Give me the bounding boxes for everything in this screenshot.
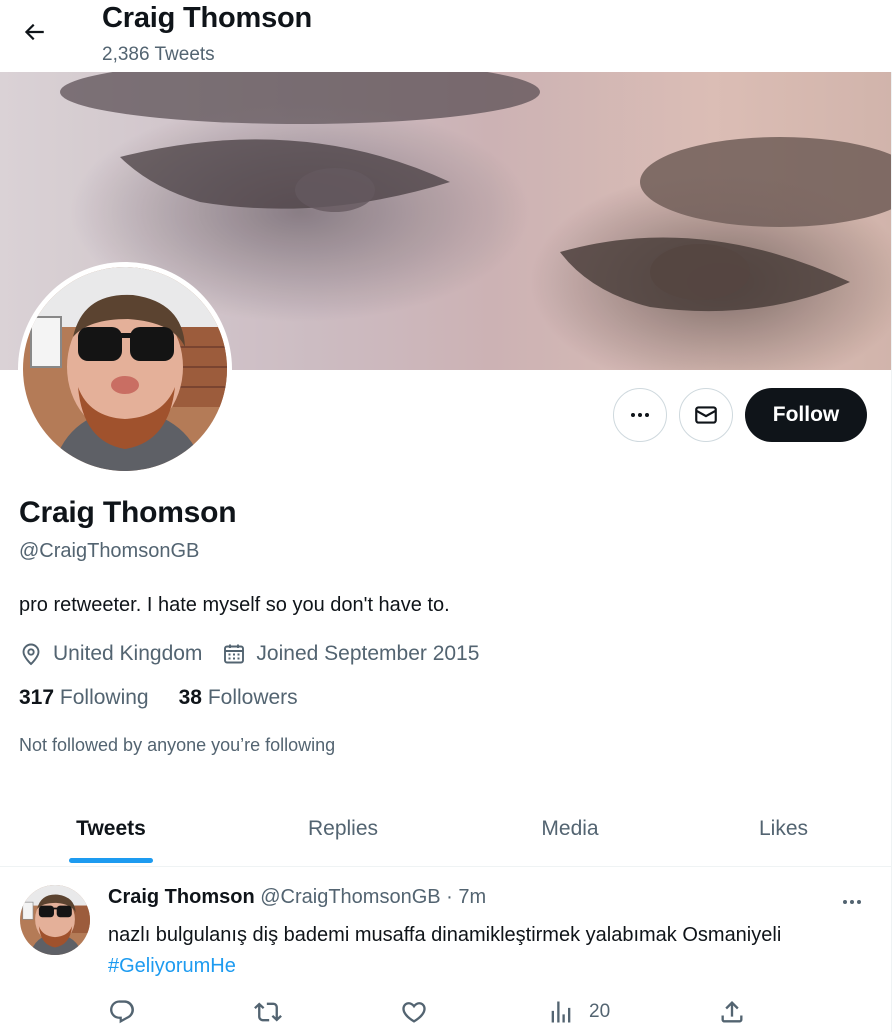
tweet-time[interactable]: 7m <box>458 886 486 908</box>
tab-likes[interactable]: Likes <box>676 790 891 867</box>
tweet-body: nazlı bulgulanış diş bademi musaffa dina… <box>108 924 782 946</box>
tweet-more-button[interactable] <box>835 888 869 916</box>
header-tweet-count: 2,386 Tweets <box>102 44 215 65</box>
joined-item: Joined September 2015 <box>222 642 479 666</box>
profile-bio: pro retweeter. I hate myself so you don'… <box>19 594 450 616</box>
analytics-icon <box>551 1001 571 1023</box>
tweet-text: nazlı bulgulanış diş bademi musaffa dina… <box>108 920 848 982</box>
following-label: Following <box>59 686 149 709</box>
followers-link[interactable]: 38 Followers <box>179 686 298 710</box>
back-button[interactable] <box>14 12 54 52</box>
tab-tweets[interactable]: Tweets <box>0 790 222 867</box>
tweet-hashtag[interactable]: #GeliyorumHe <box>108 955 236 977</box>
following-count: 317 <box>19 686 55 709</box>
joined-text: Joined September 2015 <box>256 642 480 665</box>
profile-tabs: Tweets Replies Media Likes <box>0 790 891 867</box>
following-link[interactable]: 317 Following <box>19 686 149 710</box>
followers-count: 38 <box>178 686 202 709</box>
active-tab-indicator <box>69 858 153 863</box>
profile-avatar[interactable] <box>18 262 232 476</box>
more-horizontal-icon <box>843 900 861 904</box>
profile-meta: United Kingdom Joined September 2015 <box>19 640 499 668</box>
like-button[interactable] <box>400 996 428 1028</box>
followers-label: Followers <box>207 686 298 709</box>
message-button[interactable] <box>679 388 733 442</box>
heart-icon <box>402 1002 426 1023</box>
reply-button[interactable] <box>108 996 136 1028</box>
tweet-author-handle[interactable]: @CraigThomsonGB <box>260 886 440 908</box>
avatar-image <box>23 267 227 471</box>
tweet-author-name[interactable]: Craig Thomson <box>108 886 255 908</box>
tweet-author-avatar[interactable] <box>20 885 90 955</box>
views-button[interactable]: 20 <box>547 996 610 1028</box>
views-count: 20 <box>589 1001 611 1022</box>
tab-media[interactable]: Media <box>464 790 676 867</box>
profile-display-name: Craig Thomson <box>19 496 237 529</box>
follow-counts: 317 Following 38 Followers <box>19 686 328 710</box>
arrow-left-icon <box>24 23 44 41</box>
calendar-icon <box>224 644 245 664</box>
share-button[interactable] <box>718 996 746 1028</box>
share-icon <box>721 1001 743 1023</box>
profile-handle: @CraigThomsonGB <box>19 540 200 562</box>
retweet-button[interactable] <box>254 996 282 1028</box>
profile-header-bar: Craig Thomson 2,386 Tweets <box>0 0 894 72</box>
follow-button[interactable]: Follow <box>745 388 867 442</box>
more-horizontal-icon <box>631 413 649 417</box>
reply-icon <box>110 1000 134 1024</box>
tweet-header: Craig Thomson @CraigThomsonGB · 7m <box>108 886 486 909</box>
tweet-avatar-image <box>20 885 90 955</box>
location-pin-icon <box>22 643 40 666</box>
more-options-button[interactable] <box>613 388 667 442</box>
location-text: United Kingdom <box>53 642 203 665</box>
not-followed-note: Not followed by anyone you’re following <box>19 735 336 755</box>
envelope-icon <box>695 406 717 424</box>
tab-replies[interactable]: Replies <box>222 790 464 867</box>
retweet-icon <box>254 1002 282 1022</box>
tweet-separator: · <box>446 886 453 908</box>
location-item: United Kingdom <box>19 642 202 666</box>
header-title: Craig Thomson <box>102 2 313 34</box>
